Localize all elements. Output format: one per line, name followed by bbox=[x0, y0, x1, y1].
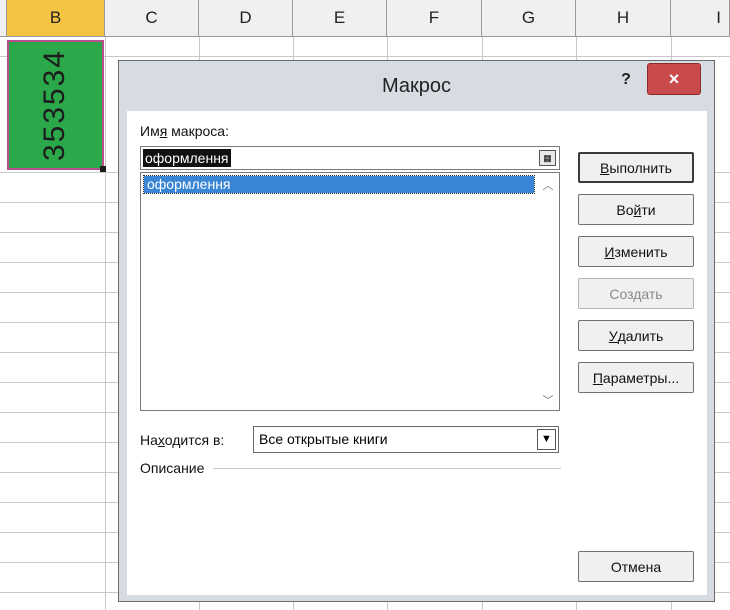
step-into-button[interactable]: Во й ти bbox=[578, 194, 694, 225]
macro-dialog: Макрос ? × Имя макроса: оформлення ▦ офо… bbox=[118, 60, 715, 602]
options-button[interactable]: Параметры... bbox=[578, 362, 694, 393]
delete-button[interactable]: Удалить bbox=[578, 320, 694, 351]
dialog-body: Имя макроса: оформлення ▦ оформлення ︿ ﹀… bbox=[127, 111, 707, 595]
column-header-f[interactable]: F bbox=[387, 0, 482, 37]
macro-list-item[interactable]: оформлення bbox=[143, 175, 535, 194]
close-button[interactable]: × bbox=[647, 63, 701, 95]
macros-in-value: Все открытые книги bbox=[259, 431, 388, 447]
macros-in-select[interactable]: Все открытые книги ▼ bbox=[253, 426, 559, 453]
macro-name-label: Имя макроса: bbox=[140, 123, 229, 139]
column-header-e[interactable]: E bbox=[293, 0, 387, 37]
chevron-down-icon[interactable]: ▼ bbox=[537, 429, 556, 450]
column-header-c[interactable]: C bbox=[105, 0, 199, 37]
column-header-b[interactable]: B bbox=[7, 0, 105, 37]
close-icon: × bbox=[668, 68, 680, 89]
description-divider bbox=[213, 468, 561, 469]
scroll-down-icon[interactable]: ﹀ bbox=[541, 392, 555, 407]
selected-cell-b2[interactable]: 353534 bbox=[7, 40, 104, 170]
fill-handle[interactable] bbox=[100, 166, 106, 172]
scroll-up-icon[interactable]: ︿ bbox=[541, 177, 555, 192]
column-header-i[interactable]: I bbox=[671, 0, 730, 37]
cell-b2-value: 353534 bbox=[38, 48, 72, 162]
collapse-dialog-icon[interactable]: ▦ bbox=[539, 150, 556, 166]
macro-list[interactable]: оформлення ︿ ﹀ bbox=[140, 172, 560, 411]
description-label: Описание bbox=[140, 460, 205, 476]
grid-line bbox=[0, 56, 730, 57]
cancel-button[interactable]: Отмена bbox=[578, 551, 694, 582]
run-button[interactable]: Выполнить bbox=[578, 152, 694, 183]
macros-in-label: Находится в: bbox=[140, 432, 225, 448]
help-button[interactable]: ? bbox=[613, 67, 639, 93]
macro-name-value: оформлення bbox=[143, 149, 231, 167]
column-header-g[interactable]: G bbox=[482, 0, 576, 37]
edit-button[interactable]: Изменить bbox=[578, 236, 694, 267]
row-header-corner[interactable] bbox=[0, 0, 7, 37]
column-header-h[interactable]: H bbox=[576, 0, 671, 37]
grid-line bbox=[105, 37, 106, 610]
dialog-titlebar[interactable]: Макрос ? × bbox=[119, 61, 714, 111]
column-header-d[interactable]: D bbox=[199, 0, 293, 37]
macro-name-input[interactable]: оформлення ▦ bbox=[140, 146, 560, 170]
create-button: Создать bbox=[578, 278, 694, 309]
